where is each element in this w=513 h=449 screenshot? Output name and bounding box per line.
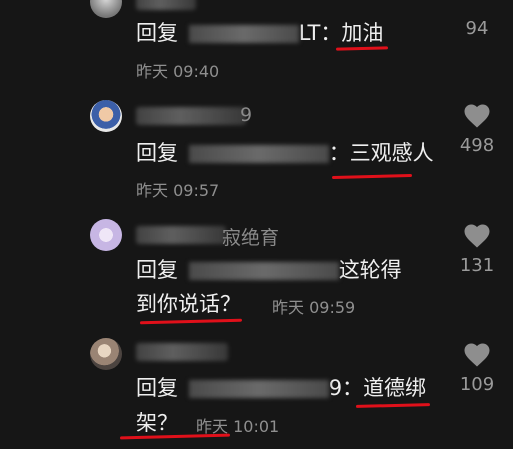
username-blurred <box>136 0 196 10</box>
like-count: 94 <box>465 18 489 39</box>
username-suffix: 寂绝育 <box>222 227 280 249</box>
red-underline <box>355 403 431 408</box>
blurred-reply-target <box>188 25 299 43</box>
like-button[interactable] <box>462 101 492 129</box>
like-button[interactable] <box>462 221 492 249</box>
reply-prefix: 回复 <box>136 21 178 45</box>
reply-target-visible: 9： <box>328 376 364 400</box>
heart-icon <box>464 343 490 367</box>
username-blurred <box>136 107 246 125</box>
reply-prefix: 回复 <box>136 376 178 400</box>
like-count: 498 <box>459 135 495 156</box>
comment-highlight: 架？ <box>136 411 178 435</box>
comment-time: 昨天 09:57 <box>136 181 220 200</box>
reply-target-visible: ： <box>328 141 350 165</box>
avatar[interactable] <box>90 219 122 251</box>
reply-target-visible: 这轮得 <box>338 258 402 282</box>
comment-text-line2: 到你说话？ <box>136 287 241 321</box>
username-blurred <box>136 343 228 361</box>
avatar[interactable] <box>90 338 122 370</box>
comment-highlight: 道德绑 <box>363 376 427 400</box>
like-count: 109 <box>459 374 495 395</box>
comment-text: 回复 LT：加油 <box>136 16 383 50</box>
comment-time: 昨天 09:59 <box>272 298 356 317</box>
blurred-reply-target <box>188 262 339 280</box>
heart-icon <box>464 224 490 248</box>
comment-time: 昨天 10:01 <box>196 417 280 436</box>
comment-highlight: 三观感人 <box>349 141 434 165</box>
like-button[interactable] <box>462 340 492 368</box>
reply-target-visible: LT： <box>298 21 342 45</box>
avatar[interactable] <box>90 0 122 18</box>
username-suffix: 9 <box>240 104 253 126</box>
red-underline <box>331 173 413 180</box>
comment-time: 昨天 09:40 <box>136 62 220 81</box>
red-underline <box>335 46 389 51</box>
avatar[interactable] <box>90 100 122 132</box>
comment-highlight: 到你说话？ <box>136 292 241 316</box>
comment-text: 回复 ：三观感人 <box>136 136 434 170</box>
username-blurred <box>136 226 226 244</box>
like-count: 131 <box>459 255 495 276</box>
blurred-reply-target <box>188 380 329 398</box>
reply-prefix: 回复 <box>136 258 178 282</box>
comment-text: 回复 9：道德绑 <box>136 371 426 405</box>
heart-icon <box>464 104 490 128</box>
comment-highlight: 加油 <box>341 21 384 45</box>
reply-prefix: 回复 <box>136 141 178 165</box>
comment-text: 回复 这轮得 <box>136 253 402 287</box>
blurred-reply-target <box>188 145 329 163</box>
